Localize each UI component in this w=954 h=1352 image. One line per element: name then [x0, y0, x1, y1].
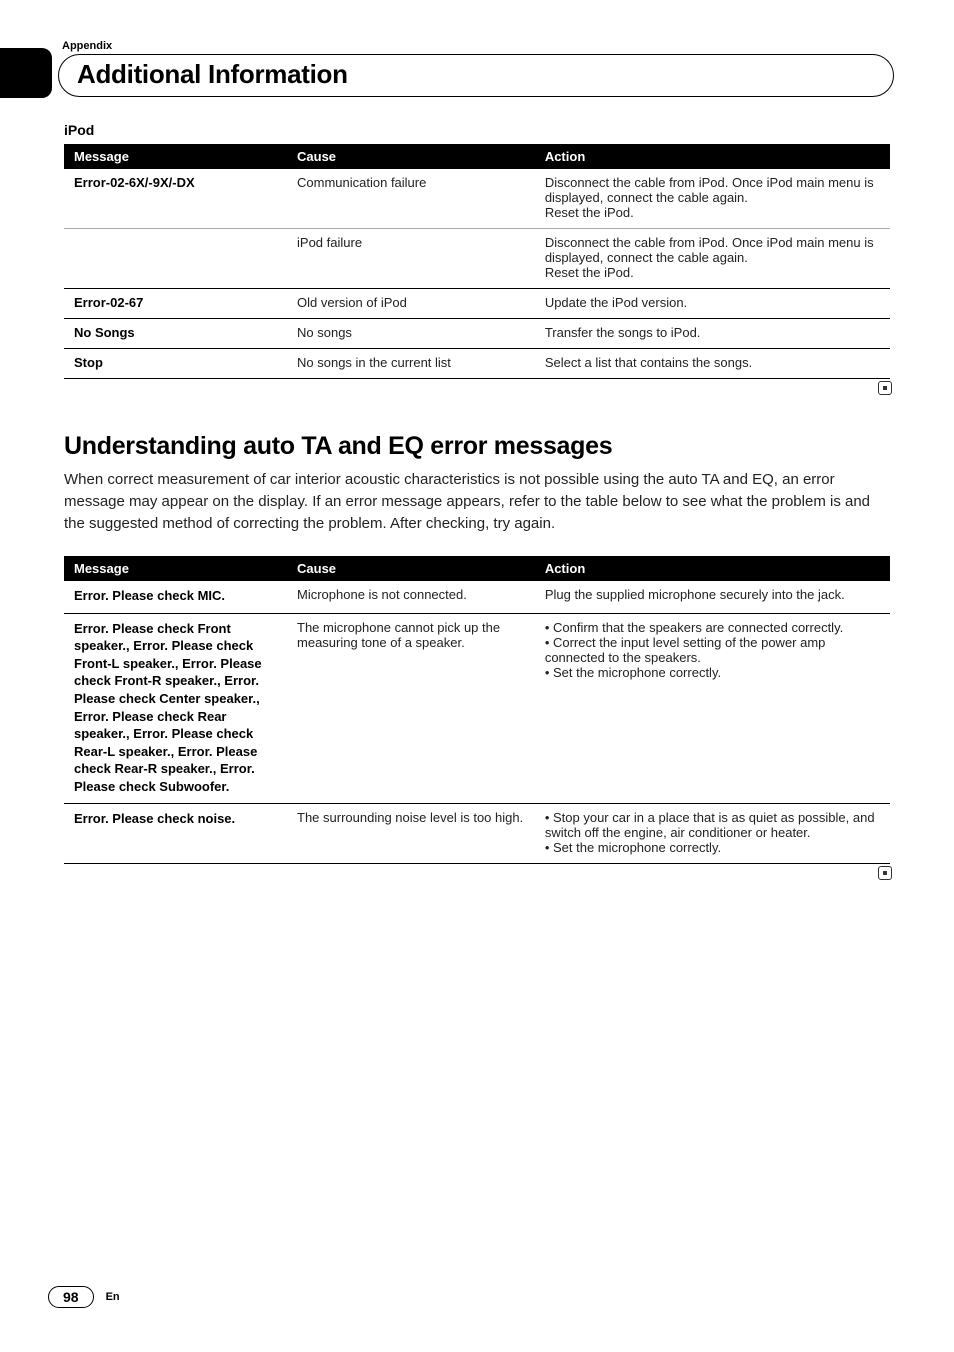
table-row: Error. Please check noise.The surroundin…: [64, 804, 890, 864]
bullet-item: Set the microphone correctly.: [545, 840, 880, 855]
cell-action: Plug the supplied microphone securely in…: [535, 581, 890, 613]
cell-message: Error. Please check Front speaker., Erro…: [64, 613, 287, 803]
table-row: Error-02-67Old version of iPodUpdate the…: [64, 289, 890, 319]
col-action: Action: [535, 556, 890, 581]
col-message: Message: [64, 556, 287, 581]
cell-cause: No songs: [287, 319, 535, 349]
col-cause: Cause: [287, 144, 535, 169]
section-end-icon: [64, 866, 892, 883]
appendix-label: Appendix: [62, 40, 890, 52]
taeq-heading: Understanding auto TA and EQ error messa…: [64, 432, 890, 461]
cell-cause: Microphone is not connected.: [287, 581, 535, 613]
table-row: StopNo songs in the current listSelect a…: [64, 349, 890, 379]
cell-message: Stop: [64, 349, 287, 379]
col-cause: Cause: [287, 556, 535, 581]
bullet-item: Stop your car in a place that is as quie…: [545, 810, 880, 840]
page-number: 98: [48, 1286, 94, 1308]
ipod-heading: iPod: [64, 122, 890, 138]
table-row: Error. Please check Front speaker., Erro…: [64, 613, 890, 803]
taeq-lead: When correct measurement of car interior…: [64, 469, 890, 534]
table-row: iPod failureDisconnect the cable from iP…: [64, 229, 890, 289]
cell-cause: The surrounding noise level is too high.: [287, 804, 535, 864]
title-pill: Additional Information: [58, 54, 894, 97]
cell-action: Select a list that contains the songs.: [535, 349, 890, 379]
col-message: Message: [64, 144, 287, 169]
cell-action: Transfer the songs to iPod.: [535, 319, 890, 349]
page-footer: 98 En: [48, 1286, 120, 1308]
table-row: Error-02-6X/-9X/-DXCommunication failure…: [64, 169, 890, 229]
cell-message: Error. Please check noise.: [64, 804, 287, 864]
col-action: Action: [535, 144, 890, 169]
bullet-item: Confirm that the speakers are connected …: [545, 620, 880, 635]
cell-message: [64, 229, 287, 289]
title-row: Additional Information: [64, 54, 890, 94]
taeq-table: Message Cause Action Error. Please check…: [64, 556, 890, 864]
black-side-tab: [0, 48, 52, 98]
section-end-icon: [64, 381, 892, 398]
cell-cause: Communication failure: [287, 169, 535, 229]
cell-message: Error-02-67: [64, 289, 287, 319]
bullet-item: Set the microphone correctly.: [545, 665, 880, 680]
cell-message: Error-02-6X/-9X/-DX: [64, 169, 287, 229]
cell-cause: No songs in the current list: [287, 349, 535, 379]
cell-cause: Old version of iPod: [287, 289, 535, 319]
cell-message: Error. Please check MIC.: [64, 581, 287, 613]
cell-action: Confirm that the speakers are connected …: [535, 613, 890, 803]
cell-message: No Songs: [64, 319, 287, 349]
cell-action: Stop your car in a place that is as quie…: [535, 804, 890, 864]
lang-label: En: [106, 1291, 120, 1303]
page-title: Additional Information: [77, 59, 875, 90]
table-row: No SongsNo songsTransfer the songs to iP…: [64, 319, 890, 349]
cell-action: Disconnect the cable from iPod. Once iPo…: [535, 229, 890, 289]
cell-action: Update the iPod version.: [535, 289, 890, 319]
cell-action: Disconnect the cable from iPod. Once iPo…: [535, 169, 890, 229]
cell-cause: iPod failure: [287, 229, 535, 289]
cell-cause: The microphone cannot pick up the measur…: [287, 613, 535, 803]
ipod-table: Message Cause Action Error-02-6X/-9X/-DX…: [64, 144, 890, 379]
table-row: Error. Please check MIC.Microphone is no…: [64, 581, 890, 613]
bullet-item: Correct the input level setting of the p…: [545, 635, 880, 665]
